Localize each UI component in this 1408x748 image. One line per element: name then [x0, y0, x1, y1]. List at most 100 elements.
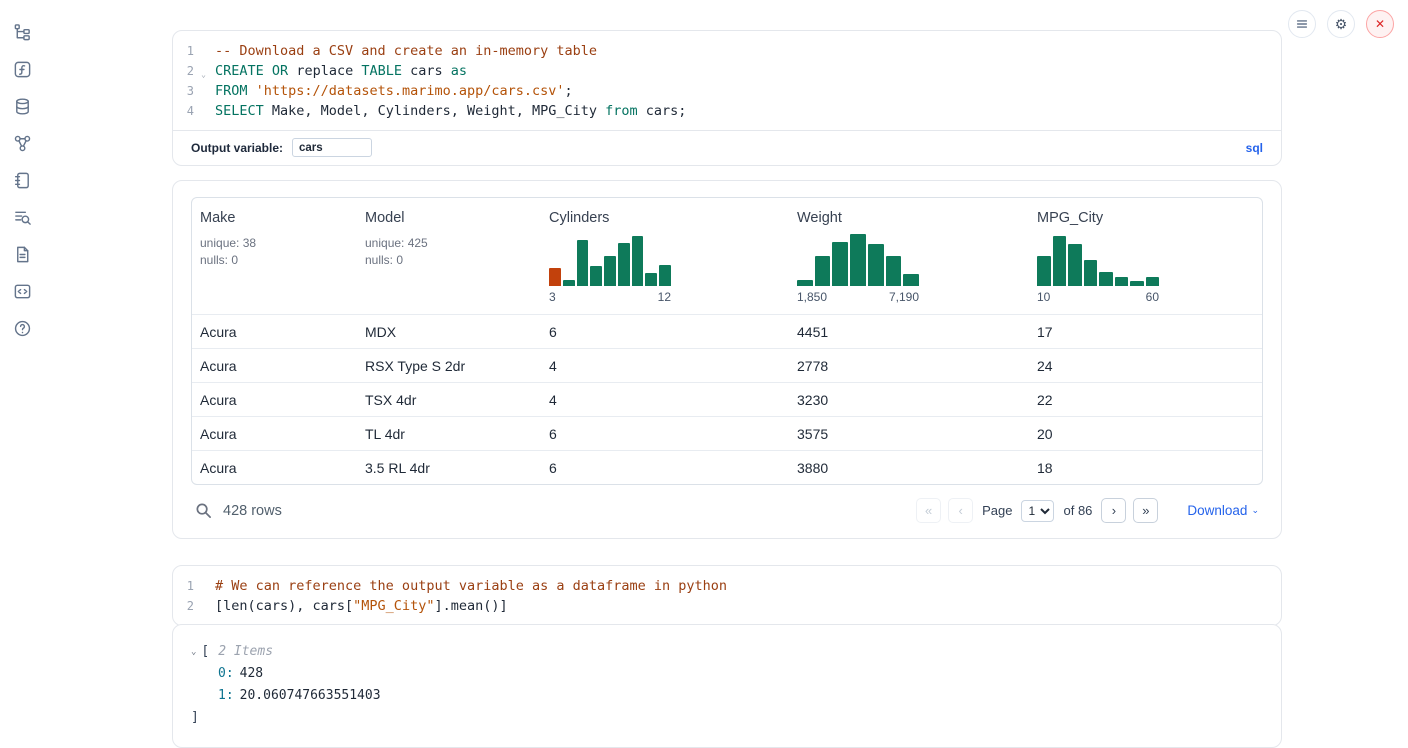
function-icon[interactable] [12, 59, 32, 79]
python-cell: 12 # We can reference the output variabl… [172, 565, 1282, 626]
code-line: -- Download a CSV and create an in-memor… [215, 41, 1281, 61]
table-cell: 22 [1029, 383, 1262, 416]
table-cell: TSX 4dr [357, 383, 541, 416]
download-button[interactable]: Download ⌄ [1187, 503, 1259, 518]
histogram-bar[interactable] [632, 236, 644, 286]
histogram-bar[interactable] [645, 273, 657, 286]
histogram-bar[interactable] [604, 256, 616, 286]
table-header: Make unique: 38 nulls: 0 Model unique: 4… [192, 198, 1262, 314]
column-label: Cylinders [549, 210, 781, 226]
menu-button[interactable] [1288, 10, 1316, 38]
page-select[interactable]: 1 [1021, 500, 1054, 522]
top-controls: ⚙ ✕ [1288, 10, 1394, 38]
table-cell: 24 [1029, 349, 1262, 382]
histogram-bar[interactable] [1130, 281, 1144, 286]
sql-gutter: 12⌄34 [173, 41, 207, 121]
sql-code-editor[interactable]: 12⌄34 -- Download a CSV and create an in… [173, 31, 1281, 130]
column-stats: unique: 38 nulls: 0 [200, 235, 349, 268]
open-bracket: [ [201, 641, 209, 663]
close-button[interactable]: ✕ [1366, 10, 1394, 38]
table-body: AcuraMDX6445117AcuraRSX Type S 2dr427782… [192, 314, 1262, 484]
python-code-lines: # We can reference the output variable a… [207, 576, 1281, 616]
cylinders-histogram: 3 12 [549, 234, 671, 304]
dependency-graph-icon[interactable] [12, 133, 32, 153]
table-row[interactable]: AcuraTL 4dr6357520 [192, 416, 1262, 450]
notebook-main: 12⌄34 -- Download a CSV and create an in… [172, 30, 1282, 748]
prev-page-button[interactable]: ‹ [948, 498, 973, 523]
column-header-weight[interactable]: Weight 1,850 7,190 [789, 198, 1029, 314]
histogram-bar[interactable] [797, 280, 813, 286]
python-code-editor[interactable]: 12 # We can reference the output variabl… [173, 566, 1281, 625]
column-header-model[interactable]: Model unique: 425 nulls: 0 [357, 198, 541, 314]
histogram-bar[interactable] [832, 242, 848, 286]
histogram-bar[interactable] [886, 256, 902, 286]
collapse-chevron-icon[interactable]: ⌄ [191, 641, 196, 663]
table-row[interactable]: AcuraRSX Type S 2dr4277824 [192, 348, 1262, 382]
output-variable-row: Output variable: sql [173, 130, 1281, 165]
column-stats: unique: 425 nulls: 0 [365, 235, 533, 268]
sql-cell: 12⌄34 -- Download a CSV and create an in… [172, 30, 1282, 166]
table-cell: 6 [541, 417, 789, 450]
table-row[interactable]: AcuraTSX 4dr4323022 [192, 382, 1262, 416]
table-cell: 6 [541, 451, 789, 484]
settings-button[interactable]: ⚙ [1327, 10, 1355, 38]
column-header-mpg-city[interactable]: MPG_City 10 60 [1029, 198, 1262, 314]
table-cell: 3230 [789, 383, 1029, 416]
weight-histogram: 1,850 7,190 [797, 234, 919, 304]
histogram-bar[interactable] [1099, 272, 1113, 286]
table-cell: 3.5 RL 4dr [357, 451, 541, 484]
histogram-bar[interactable] [577, 240, 589, 286]
list-search-icon[interactable] [12, 207, 32, 227]
items-count-label: 2 Items [218, 641, 273, 663]
histogram-bar[interactable] [1068, 244, 1082, 286]
histogram-bar[interactable] [868, 244, 884, 286]
table-cell: 2778 [789, 349, 1029, 382]
histogram-bar[interactable] [549, 268, 561, 286]
histogram-bar[interactable] [590, 266, 602, 286]
histogram-bar[interactable] [618, 243, 630, 286]
next-page-button[interactable]: › [1101, 498, 1126, 523]
code-line: FROM 'https://datasets.marimo.app/cars.c… [215, 81, 1281, 101]
database-icon[interactable] [12, 96, 32, 116]
column-header-make[interactable]: Make unique: 38 nulls: 0 [192, 198, 357, 314]
page-of-label: of 86 [1063, 503, 1092, 518]
histogram-bar[interactable] [850, 234, 866, 286]
page-label: Page [982, 503, 1012, 518]
column-label: Model [365, 210, 533, 226]
file-tree-icon[interactable] [12, 22, 32, 42]
python-output-card: ⌄ [ 2 Items 0:428 1:20.060747663551403 ] [172, 624, 1282, 748]
output-variable-input[interactable] [292, 138, 372, 157]
histogram-bar[interactable] [1053, 236, 1067, 286]
histogram-bar[interactable] [815, 256, 831, 286]
document-icon[interactable] [12, 244, 32, 264]
tree-entry: 1:20.060747663551403 [191, 685, 1263, 707]
histogram-axis: 3 12 [549, 290, 671, 304]
scroll-icon[interactable] [12, 170, 32, 190]
histogram-bar[interactable] [1115, 277, 1129, 286]
last-page-button[interactable]: » [1133, 498, 1158, 523]
table-row[interactable]: AcuraMDX6445117 [192, 314, 1262, 348]
code-box-icon[interactable] [12, 281, 32, 301]
mpg-city-histogram: 10 60 [1037, 234, 1159, 304]
search-icon[interactable] [195, 502, 213, 520]
histogram-bar[interactable] [903, 274, 919, 286]
column-header-cylinders[interactable]: Cylinders 3 12 [541, 198, 789, 314]
first-page-button[interactable]: « [916, 498, 941, 523]
pagination: « ‹ Page 1 of 86 › » Download ⌄ [916, 498, 1259, 523]
histogram-bar[interactable] [1146, 277, 1160, 286]
hamburger-icon [1295, 17, 1309, 31]
histogram-bar[interactable] [1037, 256, 1051, 286]
histogram-bar[interactable] [563, 280, 575, 286]
language-badge[interactable]: sql [1246, 141, 1263, 155]
tree-value: 20.060747663551403 [240, 688, 381, 703]
histogram-bar[interactable] [659, 265, 671, 286]
table-cell: Acura [192, 451, 357, 484]
histogram-bar[interactable] [1084, 260, 1098, 286]
gear-icon: ⚙ [1335, 16, 1348, 33]
line-number: 1 [173, 576, 207, 596]
table-row[interactable]: Acura3.5 RL 4dr6388018 [192, 450, 1262, 484]
sidebar [0, 0, 44, 729]
table-cell: 20 [1029, 417, 1262, 450]
table-footer: 428 rows « ‹ Page 1 of 86 › » Download ⌄ [191, 485, 1263, 532]
help-icon[interactable] [12, 318, 32, 338]
